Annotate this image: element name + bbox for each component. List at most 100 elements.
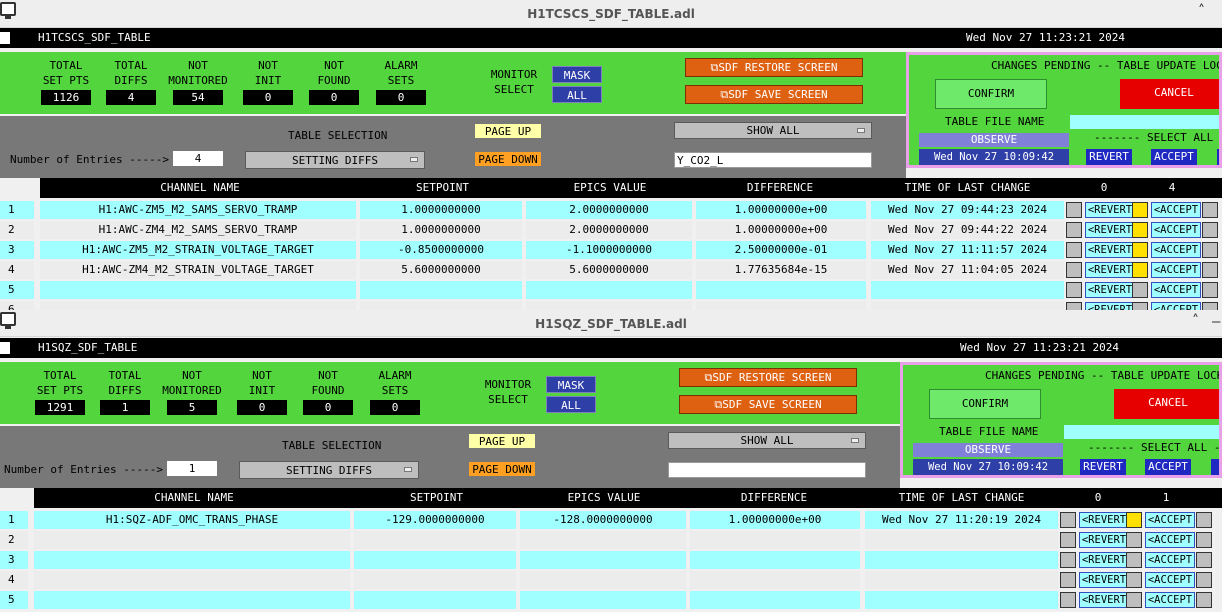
summary-not-init: NOT INIT 0	[229, 368, 295, 415]
revert-all-button[interactable]: REVERT	[1080, 459, 1126, 475]
chevron-up-icon[interactable]: ˄	[1192, 313, 1199, 329]
revert-checkbox[interactable]	[1066, 282, 1082, 298]
file-timestamp: Wed Nov 27 10:09:42 2024	[913, 459, 1063, 475]
row-accept-button[interactable]: <ACCEPT	[1145, 592, 1195, 608]
accept-checkbox[interactable]	[1132, 282, 1148, 298]
setting-diffs-menu[interactable]: SETTING DIFFS	[239, 461, 419, 479]
row-accept-button[interactable]: <ACCEPT	[1151, 202, 1201, 218]
sdf-save-screen-button[interactable]: ⧉SDF SAVE SCREEN	[679, 395, 857, 414]
extra-checkbox[interactable]	[1196, 552, 1212, 568]
row-accept-button[interactable]: <ACCEPT	[1145, 572, 1195, 588]
extra-checkbox[interactable]	[1202, 242, 1218, 258]
extra-checkbox[interactable]	[1196, 512, 1212, 528]
table-selection-panel: TABLE SELECTION Number of Entries ----->…	[0, 426, 900, 488]
revert-checkbox[interactable]	[1060, 552, 1076, 568]
summary-total-diffs: TOTAL DIFFS 4	[98, 58, 164, 105]
row-revert-button[interactable]: <REVERT	[1079, 572, 1129, 588]
accept-checkbox[interactable]	[1126, 512, 1142, 528]
cancel-button[interactable]: CANCEL	[1120, 79, 1219, 109]
all-button[interactable]: ALL	[546, 396, 596, 413]
show-all-menu[interactable]: SHOW ALL	[674, 122, 872, 139]
row-accept-button[interactable]: <ACCEPT	[1151, 302, 1201, 310]
extra-checkbox[interactable]	[1202, 222, 1218, 238]
row-accept-button[interactable]: <ACCEPT	[1145, 532, 1195, 548]
screen-date: Wed Nov 27 11:23:21 2024	[960, 341, 1119, 354]
minimize-icon[interactable]: –	[1212, 314, 1220, 330]
row-revert-button[interactable]: <REVERT	[1079, 512, 1129, 528]
more-button[interactable]	[1211, 459, 1219, 475]
time-cell	[871, 301, 1064, 310]
accept-checkbox[interactable]	[1132, 202, 1148, 218]
page-down-button[interactable]: PAGE DOWN	[468, 461, 536, 477]
row-revert-button[interactable]: <REVERT	[1085, 202, 1135, 218]
revert-checkbox[interactable]	[1066, 242, 1082, 258]
extra-checkbox[interactable]	[1202, 302, 1218, 310]
extra-checkbox[interactable]	[1196, 532, 1212, 548]
cancel-button[interactable]: CANCEL	[1114, 389, 1219, 419]
setting-diffs-menu[interactable]: SETTING DIFFS	[245, 151, 425, 169]
filter-input[interactable]	[668, 462, 866, 478]
row-revert-button[interactable]: <REVERT	[1085, 302, 1135, 310]
accept-checkbox[interactable]	[1126, 552, 1142, 568]
page-up-button[interactable]: PAGE UP	[474, 123, 542, 139]
page-up-button[interactable]: PAGE UP	[468, 433, 536, 449]
row-accept-button[interactable]: <ACCEPT	[1145, 552, 1195, 568]
extra-checkbox[interactable]	[1196, 572, 1212, 588]
revert-checkbox[interactable]	[1060, 572, 1076, 588]
sdf-restore-screen-button[interactable]: ⧉SDF RESTORE SCREEN	[685, 58, 863, 77]
revert-checkbox[interactable]	[1066, 222, 1082, 238]
select-all-label: ------- SELECT ALL --	[1088, 441, 1222, 454]
accept-checkbox[interactable]	[1126, 532, 1142, 548]
summary-alarm-sets: ALARM SETS 0	[368, 58, 434, 105]
more-button[interactable]	[1217, 149, 1219, 165]
accept-checkbox[interactable]	[1132, 262, 1148, 278]
accept-checkbox[interactable]	[1126, 592, 1142, 608]
revert-checkbox[interactable]	[1066, 202, 1082, 218]
time-cell: Wed Nov 27 11:20:19 2024	[865, 511, 1058, 529]
extra-checkbox[interactable]	[1202, 282, 1218, 298]
accept-all-button[interactable]: ACCEPT	[1151, 149, 1197, 165]
revert-checkbox[interactable]	[1060, 592, 1076, 608]
confirm-button[interactable]: CONFIRM	[935, 79, 1047, 109]
revert-checkbox[interactable]	[1066, 262, 1082, 278]
filter-input[interactable]: Y_CO2_L	[674, 152, 872, 168]
confirm-button[interactable]: CONFIRM	[929, 389, 1041, 419]
accept-checkbox[interactable]	[1132, 222, 1148, 238]
accept-all-button[interactable]: ACCEPT	[1145, 459, 1191, 475]
page-down-button[interactable]: PAGE DOWN	[474, 151, 542, 167]
accept-checkbox[interactable]	[1126, 572, 1142, 588]
screen-name: H1TCSCS_SDF_TABLE	[38, 31, 151, 44]
row-accept-button[interactable]: <ACCEPT	[1151, 242, 1201, 258]
row-revert-button[interactable]: <REVERT	[1085, 242, 1135, 258]
revert-checkbox[interactable]	[1060, 532, 1076, 548]
show-all-menu[interactable]: SHOW ALL	[668, 432, 866, 449]
row-revert-button[interactable]: <REVERT	[1079, 532, 1129, 548]
table-row: 2 H1:AWC-ZM4_M2_SAMS_SERVO_TRAMP 1.0000000…	[0, 220, 1222, 240]
extra-checkbox[interactable]	[1202, 202, 1218, 218]
revert-checkbox[interactable]	[1066, 302, 1082, 310]
extra-checkbox[interactable]	[1202, 262, 1218, 278]
row-number: 2	[0, 221, 34, 239]
row-revert-button[interactable]: <REVERT	[1079, 592, 1129, 608]
row-accept-button[interactable]: <ACCEPT	[1151, 282, 1201, 298]
row-accept-button[interactable]: <ACCEPT	[1145, 512, 1195, 528]
accept-checkbox[interactable]	[1132, 242, 1148, 258]
row-revert-button[interactable]: <REVERT	[1085, 222, 1135, 238]
row-revert-button[interactable]: <REVERT	[1079, 552, 1129, 568]
mask-button[interactable]: MASK	[546, 376, 596, 393]
chevron-up-icon[interactable]: ˄	[1198, 3, 1205, 19]
all-button[interactable]: ALL	[552, 86, 602, 103]
sdf-save-screen-button[interactable]: ⧉SDF SAVE SCREEN	[685, 85, 863, 104]
mask-button[interactable]: MASK	[552, 66, 602, 83]
sdf-restore-screen-button[interactable]: ⧉SDF RESTORE SCREEN	[679, 368, 857, 387]
channel-name-cell: H1:SQZ-ADF_OMC_TRANS_PHASE	[34, 511, 350, 529]
revert-checkbox[interactable]	[1060, 512, 1076, 528]
row-accept-button[interactable]: <ACCEPT	[1151, 222, 1201, 238]
extra-checkbox[interactable]	[1196, 592, 1212, 608]
epics-value-cell	[520, 591, 686, 609]
row-revert-button[interactable]: <REVERT	[1085, 282, 1135, 298]
revert-all-button[interactable]: REVERT	[1086, 149, 1132, 165]
row-accept-button[interactable]: <ACCEPT	[1151, 262, 1201, 278]
accept-checkbox[interactable]	[1132, 302, 1148, 310]
row-revert-button[interactable]: <REVERT	[1085, 262, 1135, 278]
